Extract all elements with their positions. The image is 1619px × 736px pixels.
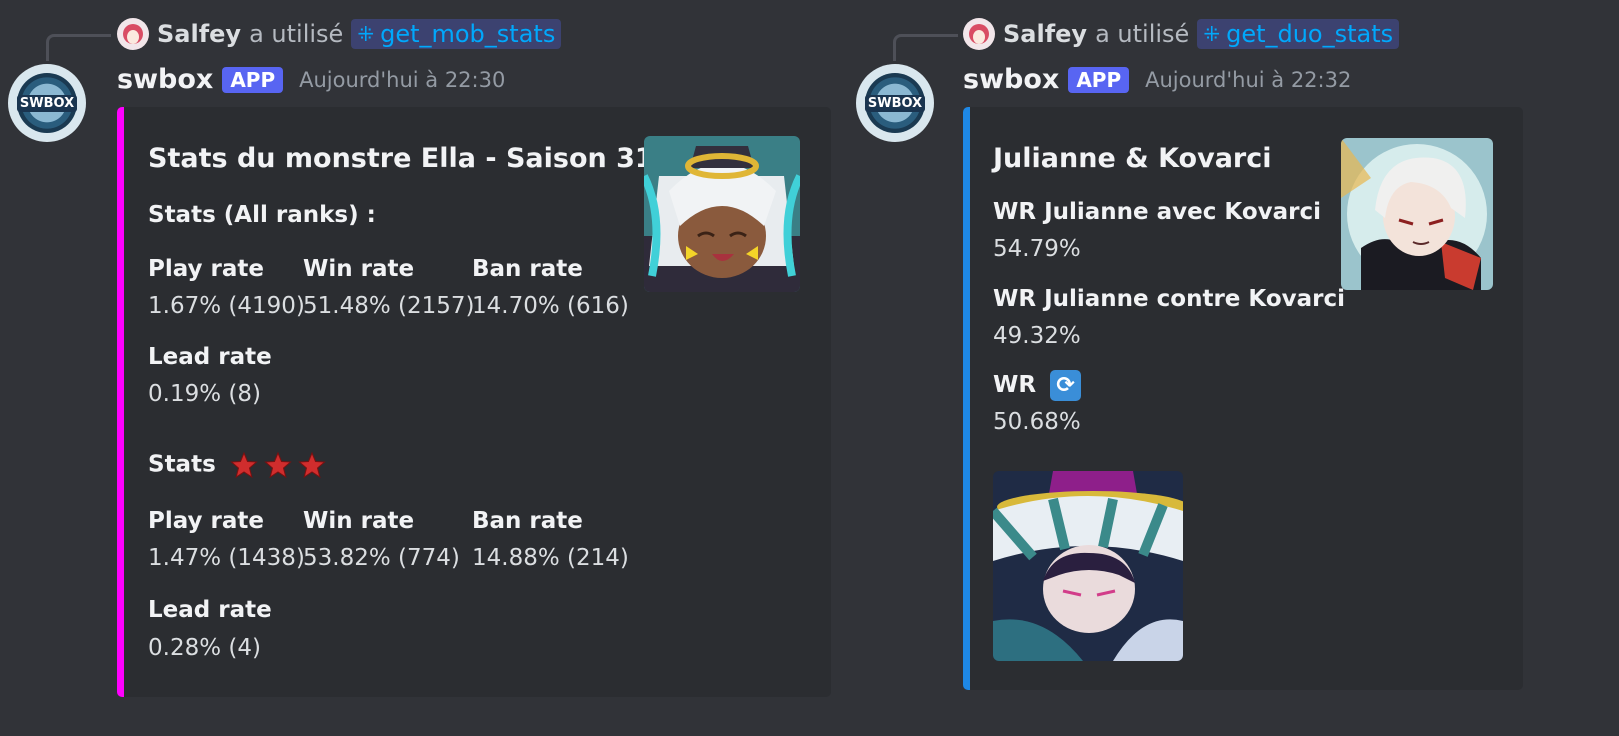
field-value-lead-rate-3star: 0.28% (4) <box>148 635 261 661</box>
ella-portrait <box>644 136 800 292</box>
user-avatar-mini[interactable] <box>963 18 995 50</box>
avatar-logo-text: SWBOX <box>16 94 78 112</box>
bot-username[interactable]: swbox <box>117 64 213 95</box>
section-all-ranks-heading: Stats (All ranks) : <box>148 202 376 228</box>
field-name-wr-label: WR <box>993 372 1037 398</box>
field-value-wr-with: 54.79% <box>993 236 1081 262</box>
refresh-icon: ⟳ <box>1050 370 1082 401</box>
command-link[interactable]: ⁜ get_duo_stats <box>1197 19 1400 49</box>
field-name-win-rate: Win rate <box>303 256 415 282</box>
message-header: swbox APP Aujourd'hui à 22:30 <box>117 64 505 95</box>
field-name-ban-rate: Ban rate <box>472 256 583 282</box>
kovarci-image[interactable] <box>993 471 1183 661</box>
field-value-wr-overall: 50.68% <box>993 409 1081 435</box>
section-three-star-label: Stats <box>148 451 216 478</box>
embed-accent-bar <box>963 107 970 690</box>
section-three-star-heading: Stats <box>148 451 326 479</box>
embed-title: Julianne & Kovarci <box>993 143 1272 174</box>
field-name-ban-rate-3star: Ban rate <box>472 508 583 534</box>
bot-avatar[interactable]: SWBOX <box>8 64 86 142</box>
user-avatar-mini[interactable] <box>117 18 149 50</box>
reply-username[interactable]: Salfey <box>157 20 241 48</box>
embed-title: Stats du monstre Ella - Saison 31 <box>148 143 654 174</box>
bot-avatar[interactable]: SWBOX <box>856 64 934 142</box>
field-name-wr-with: WR Julianne avec Kovarci <box>993 199 1322 225</box>
field-value-win-rate-3star: 53.82% (774) <box>303 545 460 571</box>
field-name-play-rate: Play rate <box>148 256 265 282</box>
slash-command-icon: ⁜ <box>357 22 375 46</box>
reply-connector <box>893 34 958 61</box>
field-value-lead-rate: 0.19% (8) <box>148 381 261 407</box>
field-name-win-rate-3star: Win rate <box>303 508 415 534</box>
app-badge: APP <box>222 66 284 93</box>
embed-accent-bar <box>117 107 124 697</box>
avatar-logo-text: SWBOX <box>864 94 926 112</box>
red-star-icon <box>230 451 258 479</box>
reply-preview[interactable]: Salfey a utilisé ⁜ get_duo_stats <box>963 18 1400 50</box>
field-value-ban-rate-3star: 14.88% (214) <box>472 545 629 571</box>
gear-icon: SWBOX <box>864 73 926 133</box>
kovarci-portrait <box>993 471 1183 661</box>
app-badge: APP <box>1068 66 1130 93</box>
julianne-thumbnail[interactable] <box>1341 138 1493 290</box>
red-star-icon <box>298 451 326 479</box>
field-value-win-rate: 51.48% (2157) <box>303 293 475 319</box>
timestamp[interactable]: Aujourd'hui à 22:30 <box>299 68 505 92</box>
embed-card: Julianne & Kovarci WR Julianne avec Kova… <box>963 107 1523 690</box>
gear-icon: SWBOX <box>16 73 78 133</box>
monster-thumbnail[interactable] <box>644 136 800 292</box>
field-value-play-rate-3star: 1.47% (1438) <box>148 545 305 571</box>
red-star-icon <box>264 451 292 479</box>
command-name: get_mob_stats <box>380 20 556 48</box>
command-link[interactable]: ⁜ get_mob_stats <box>351 19 562 49</box>
field-value-play-rate: 1.67% (4190) <box>148 293 305 319</box>
reply-verb: a utilisé <box>1095 20 1190 48</box>
reply-preview[interactable]: Salfey a utilisé ⁜ get_mob_stats <box>117 18 562 50</box>
timestamp[interactable]: Aujourd'hui à 22:32 <box>1145 68 1351 92</box>
embed-card: Stats du monstre Ella - Saison 31 Stats … <box>117 107 831 697</box>
field-value-wr-against: 49.32% <box>993 323 1081 349</box>
reply-connector <box>46 34 111 61</box>
field-name-lead-rate: Lead rate <box>148 344 272 370</box>
julianne-portrait <box>1341 138 1493 290</box>
field-name-wr-overall: WR ⟳ <box>993 370 1082 401</box>
field-name-play-rate-3star: Play rate <box>148 508 265 534</box>
reply-username[interactable]: Salfey <box>1003 20 1087 48</box>
field-name-lead-rate-3star: Lead rate <box>148 597 272 623</box>
field-name-wr-against: WR Julianne contre Kovarci <box>993 286 1346 312</box>
command-name: get_duo_stats <box>1226 20 1394 48</box>
reply-verb: a utilisé <box>249 20 344 48</box>
message-header: swbox APP Aujourd'hui à 22:32 <box>963 64 1351 95</box>
slash-command-icon: ⁜ <box>1203 22 1221 46</box>
bot-username[interactable]: swbox <box>963 64 1059 95</box>
field-value-ban-rate: 14.70% (616) <box>472 293 629 319</box>
